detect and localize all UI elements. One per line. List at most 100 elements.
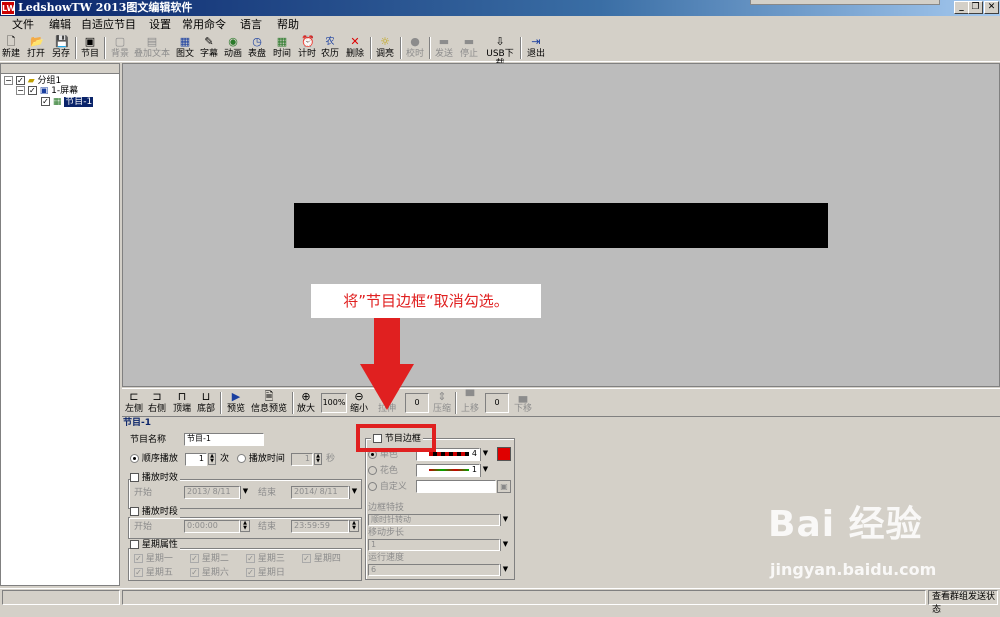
run-speed-select[interactable]: 6 bbox=[368, 564, 500, 576]
new-button[interactable]: 🗋 新建 bbox=[2, 35, 20, 61]
validity-end-date[interactable]: 2014/ 8/11 bbox=[291, 486, 349, 499]
screen-checkbox[interactable]: ✓ bbox=[27, 86, 37, 95]
align-right-button[interactable]: ⊐ 右侧 bbox=[147, 390, 167, 416]
program-button[interactable]: ▣ 节目 bbox=[79, 35, 101, 61]
menu-edit[interactable]: 编辑 bbox=[49, 18, 71, 32]
start-date-dropdown[interactable]: ▼ bbox=[240, 486, 250, 499]
collapse-icon[interactable]: − bbox=[4, 76, 13, 85]
sync-time-button[interactable]: ● 校时 bbox=[404, 35, 426, 61]
play-seconds-spinner[interactable]: ▲ ▼ bbox=[314, 453, 322, 465]
validity-option[interactable]: 播放时效 bbox=[130, 472, 180, 484]
thursday-checkbox[interactable]: ✓ bbox=[302, 554, 311, 563]
move-step-dropdown[interactable]: ▼ bbox=[500, 539, 510, 551]
minimize-button[interactable]: _ bbox=[954, 1, 969, 14]
validity-start-date[interactable]: 2013/ 8/11 bbox=[184, 486, 240, 499]
clock-button[interactable]: ◷ 表盘 bbox=[247, 35, 267, 61]
group-checkbox[interactable]: ✓ bbox=[15, 76, 25, 85]
play-times-spinner[interactable]: ▲ ▼ bbox=[208, 453, 216, 465]
menu-common-commands[interactable]: 常用命令 bbox=[182, 18, 226, 32]
overlay-text-button[interactable]: ▤ 叠加文本 bbox=[133, 35, 171, 61]
timed-play-radio[interactable] bbox=[237, 454, 246, 463]
send-status-link[interactable]: 查看群组发送状态 bbox=[928, 590, 998, 615]
play-seconds-input[interactable]: 1 bbox=[291, 453, 313, 466]
fancy-border-dropdown[interactable]: ▼ bbox=[480, 464, 490, 477]
sequential-play-radio[interactable] bbox=[130, 454, 139, 463]
menu-adaptive-program[interactable]: 自适应节目 bbox=[81, 18, 136, 32]
border-fancy-radio[interactable] bbox=[368, 466, 377, 475]
weekday-checkbox[interactable] bbox=[130, 540, 139, 549]
border-effect-dropdown[interactable]: ▼ bbox=[500, 514, 510, 526]
save-as-button[interactable]: 💾 另存 bbox=[51, 35, 71, 61]
friday-checkbox[interactable]: ✓ bbox=[134, 568, 143, 577]
end-date-dropdown[interactable]: ▼ bbox=[349, 486, 359, 499]
collapse-icon[interactable]: − bbox=[16, 86, 25, 95]
period-start-time[interactable]: 0:00:00 bbox=[184, 520, 240, 533]
period-checkbox[interactable] bbox=[130, 507, 139, 516]
border-fancy-option[interactable]: 花色 bbox=[368, 465, 398, 477]
delete-button[interactable]: ✕ 删除 bbox=[344, 35, 366, 61]
custom-border-input[interactable] bbox=[416, 480, 496, 493]
subtitle-button[interactable]: ✎ 字幕 bbox=[199, 35, 219, 61]
border-effect-select[interactable]: 顺时针转动 bbox=[368, 514, 500, 526]
weekday-thursday[interactable]: ✓ 星期四 bbox=[302, 553, 341, 565]
weekday-wednesday[interactable]: ✓ 星期三 bbox=[246, 553, 285, 565]
usb-download-button[interactable]: ⇩USB下载 bbox=[484, 35, 516, 70]
play-times-input[interactable]: 1 bbox=[185, 453, 207, 466]
move-step-select[interactable]: 1 bbox=[368, 539, 500, 551]
sequential-play-option[interactable]: 顺序播放 bbox=[130, 453, 178, 465]
align-top-button[interactable]: ⊓ 顶端 bbox=[172, 390, 192, 416]
timed-play-option[interactable]: 播放时间 bbox=[237, 453, 285, 465]
tree-node-group[interactable]: − ✓ ▰ 分组1 bbox=[4, 76, 61, 86]
mono-border-dropdown[interactable]: ▼ bbox=[480, 448, 490, 461]
close-button[interactable]: ✕ bbox=[984, 1, 999, 14]
validity-checkbox[interactable] bbox=[130, 473, 139, 482]
border-custom-option[interactable]: 自定义 bbox=[368, 481, 407, 493]
lunar-button[interactable]: 农农历 bbox=[320, 35, 340, 61]
browse-image-icon[interactable]: ▣ bbox=[497, 480, 511, 493]
exit-button[interactable]: ⇥ 退出 bbox=[525, 35, 547, 61]
image-text-button[interactable]: ▦ 图文 bbox=[175, 35, 195, 61]
menu-language[interactable]: 语言 bbox=[240, 18, 262, 32]
menu-help[interactable]: 帮助 bbox=[277, 18, 299, 32]
open-button[interactable]: 📂 打开 bbox=[26, 35, 46, 61]
preview-button[interactable]: ▶ 预览 bbox=[226, 390, 246, 416]
menu-file[interactable]: 文件 bbox=[12, 18, 34, 32]
weekday-friday[interactable]: ✓ 星期五 bbox=[134, 567, 173, 579]
align-bottom-button[interactable]: ⊔ 底部 bbox=[196, 390, 216, 416]
animation-button[interactable]: ◉ 动画 bbox=[222, 35, 244, 61]
restore-button[interactable]: ❐ bbox=[968, 1, 983, 14]
weekday-tuesday[interactable]: ✓ 星期二 bbox=[190, 553, 229, 565]
stop-button[interactable]: ▬ 停止 bbox=[458, 35, 480, 61]
border-color-swatch[interactable] bbox=[497, 447, 511, 461]
run-speed-dropdown[interactable]: ▼ bbox=[500, 564, 510, 576]
period-option[interactable]: 播放时段 bbox=[130, 506, 180, 518]
weekday-sunday[interactable]: ✓ 星期日 bbox=[246, 567, 285, 579]
program-name-input[interactable]: 节目-1 bbox=[184, 433, 264, 446]
wednesday-checkbox[interactable]: ✓ bbox=[246, 554, 255, 563]
program-checkbox[interactable]: ✓ bbox=[41, 97, 50, 106]
send-button[interactable]: ▬ 发送 bbox=[433, 35, 455, 61]
weekday-monday[interactable]: ✓ 星期一 bbox=[134, 553, 173, 565]
border-custom-radio[interactable] bbox=[368, 482, 377, 491]
tree-node-screen[interactable]: − ✓ ▣ 1-屏幕 bbox=[16, 86, 78, 96]
tree-node-program[interactable]: ✓ ▦ 节目-1 bbox=[41, 97, 94, 107]
fancy-border-style-select[interactable]: 1 bbox=[416, 464, 480, 477]
period-end-time[interactable]: 23:59:59 bbox=[291, 520, 349, 533]
brightness-button[interactable]: ☼ 调亮 bbox=[374, 35, 396, 61]
align-left-button[interactable]: ⊏ 左侧 bbox=[124, 390, 144, 416]
info-preview-button[interactable]: 🗎 信息预览 bbox=[250, 390, 288, 416]
zoom-in-button[interactable]: ⊕ 放大 bbox=[296, 390, 316, 416]
menu-settings[interactable]: 设置 bbox=[149, 18, 171, 32]
compress-button[interactable]: ⇕ 压缩 bbox=[431, 390, 453, 416]
move-down-button[interactable]: ▄ 下移 bbox=[512, 390, 534, 416]
sunday-checkbox[interactable]: ✓ bbox=[246, 568, 255, 577]
tuesday-checkbox[interactable]: ✓ bbox=[190, 554, 199, 563]
led-display-area[interactable] bbox=[294, 203, 828, 248]
time-button[interactable]: ▦ 时间 bbox=[272, 35, 292, 61]
start-time-spinner[interactable]: ▲ ▼ bbox=[240, 520, 250, 532]
end-time-spinner[interactable]: ▲ ▼ bbox=[349, 520, 359, 532]
move-up-button[interactable]: ▀ 上移 bbox=[459, 390, 481, 416]
preview-canvas[interactable]: 将”节目边框“取消勾选。 bbox=[122, 63, 1000, 387]
background-button[interactable]: ▢ 背景 bbox=[109, 35, 131, 61]
move-value-field[interactable]: 0 bbox=[485, 393, 509, 413]
